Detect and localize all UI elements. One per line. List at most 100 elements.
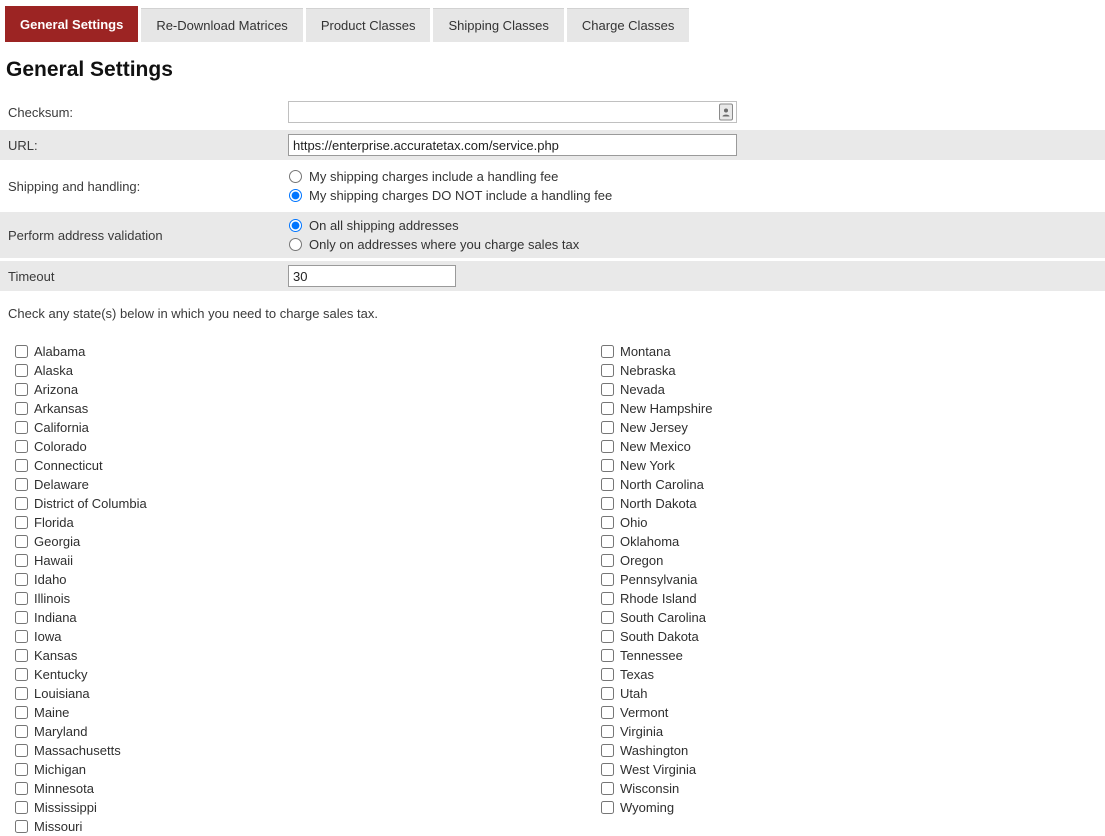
tab-general-settings[interactable]: General Settings [5,6,138,42]
state-checkbox[interactable] [15,402,28,415]
state-checkbox[interactable] [601,516,614,529]
state-checkbox[interactable] [601,649,614,662]
state-checkbox-row[interactable]: Wyoming [601,798,712,817]
state-checkbox[interactable] [601,402,614,415]
state-checkbox[interactable] [601,725,614,738]
state-checkbox[interactable] [15,668,28,681]
state-checkbox-row[interactable]: Iowa [15,627,601,646]
state-checkbox[interactable] [601,744,614,757]
state-checkbox-row[interactable]: Hawaii [15,551,601,570]
shipping-include-fee-radio[interactable] [289,170,302,183]
state-checkbox[interactable] [601,478,614,491]
state-checkbox[interactable] [15,630,28,643]
state-checkbox[interactable] [15,421,28,434]
state-checkbox-row[interactable]: Indiana [15,608,601,627]
state-checkbox-row[interactable]: Texas [601,665,712,684]
state-checkbox[interactable] [601,668,614,681]
state-checkbox-row[interactable]: Arkansas [15,399,601,418]
state-checkbox-row[interactable]: Florida [15,513,601,532]
state-checkbox[interactable] [15,782,28,795]
state-checkbox[interactable] [15,440,28,453]
state-checkbox-row[interactable]: District of Columbia [15,494,601,513]
state-checkbox-row[interactable]: Connecticut [15,456,601,475]
timeout-input[interactable] [288,265,456,287]
state-checkbox-row[interactable]: Pennsylvania [601,570,712,589]
state-checkbox[interactable] [601,592,614,605]
state-checkbox[interactable] [601,459,614,472]
state-checkbox[interactable] [601,573,614,586]
tab-redownload-matrices[interactable]: Re-Download Matrices [141,8,303,42]
state-checkbox[interactable] [601,801,614,814]
tab-product-classes[interactable]: Product Classes [306,8,431,42]
state-checkbox-row[interactable]: South Carolina [601,608,712,627]
state-checkbox-row[interactable]: Mississippi [15,798,601,817]
state-checkbox-row[interactable]: Kentucky [15,665,601,684]
shipping-no-fee-option[interactable]: My shipping charges DO NOT include a han… [288,186,1105,205]
state-checkbox[interactable] [15,573,28,586]
state-checkbox[interactable] [15,687,28,700]
state-checkbox-row[interactable]: Minnesota [15,779,601,798]
state-checkbox[interactable] [601,630,614,643]
tab-charge-classes[interactable]: Charge Classes [567,8,690,42]
state-checkbox-row[interactable]: Maine [15,703,601,722]
state-checkbox[interactable] [601,535,614,548]
state-checkbox[interactable] [601,782,614,795]
state-checkbox-row[interactable]: North Dakota [601,494,712,513]
state-checkbox-row[interactable]: Nebraska [601,361,712,380]
state-checkbox-row[interactable]: Idaho [15,570,601,589]
state-checkbox-row[interactable]: Delaware [15,475,601,494]
state-checkbox-row[interactable]: Washington [601,741,712,760]
state-checkbox[interactable] [15,497,28,510]
state-checkbox-row[interactable]: Virginia [601,722,712,741]
validation-all-addresses-option[interactable]: On all shipping addresses [288,216,1105,235]
autofill-icon[interactable] [719,104,733,121]
shipping-no-fee-radio[interactable] [289,189,302,202]
state-checkbox[interactable] [601,687,614,700]
checksum-input[interactable] [288,101,737,123]
state-checkbox[interactable] [15,345,28,358]
state-checkbox-row[interactable]: New Mexico [601,437,712,456]
state-checkbox[interactable] [15,801,28,814]
state-checkbox[interactable] [15,725,28,738]
state-checkbox[interactable] [601,421,614,434]
state-checkbox-row[interactable]: Illinois [15,589,601,608]
state-checkbox[interactable] [601,706,614,719]
state-checkbox-row[interactable]: Maryland [15,722,601,741]
state-checkbox-row[interactable]: Wisconsin [601,779,712,798]
state-checkbox[interactable] [15,516,28,529]
state-checkbox[interactable] [601,364,614,377]
state-checkbox-row[interactable]: New Jersey [601,418,712,437]
state-checkbox[interactable] [601,345,614,358]
state-checkbox-row[interactable]: West Virginia [601,760,712,779]
state-checkbox-row[interactable]: Vermont [601,703,712,722]
state-checkbox[interactable] [601,440,614,453]
state-checkbox[interactable] [601,497,614,510]
state-checkbox-row[interactable]: Alaska [15,361,601,380]
state-checkbox[interactable] [15,649,28,662]
state-checkbox[interactable] [601,763,614,776]
validation-tax-addresses-option[interactable]: Only on addresses where you charge sales… [288,235,1105,254]
state-checkbox-row[interactable]: Georgia [15,532,601,551]
state-checkbox-row[interactable]: South Dakota [601,627,712,646]
state-checkbox-row[interactable]: Louisiana [15,684,601,703]
state-checkbox-row[interactable]: Montana [601,342,712,361]
state-checkbox-row[interactable]: Rhode Island [601,589,712,608]
state-checkbox-row[interactable]: Alabama [15,342,601,361]
state-checkbox-row[interactable]: Ohio [601,513,712,532]
state-checkbox[interactable] [15,744,28,757]
url-input[interactable] [288,134,737,156]
state-checkbox[interactable] [15,820,28,833]
state-checkbox-row[interactable]: Tennessee [601,646,712,665]
state-checkbox[interactable] [601,383,614,396]
state-checkbox-row[interactable]: Nevada [601,380,712,399]
state-checkbox[interactable] [15,611,28,624]
state-checkbox[interactable] [15,554,28,567]
state-checkbox[interactable] [601,611,614,624]
state-checkbox-row[interactable]: New Hampshire [601,399,712,418]
state-checkbox[interactable] [15,763,28,776]
shipping-include-fee-option[interactable]: My shipping charges include a handling f… [288,167,1105,186]
state-checkbox[interactable] [15,592,28,605]
state-checkbox-row[interactable]: North Carolina [601,475,712,494]
state-checkbox-row[interactable]: Oregon [601,551,712,570]
validation-all-addresses-radio[interactable] [289,219,302,232]
